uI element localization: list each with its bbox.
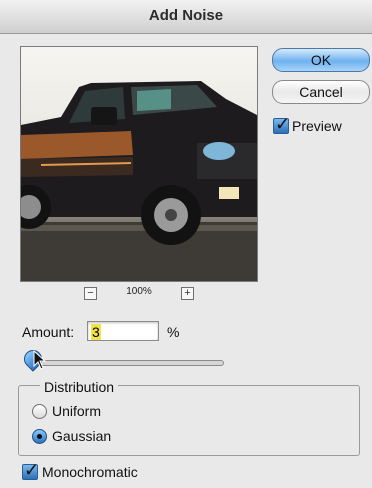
zoom-in-button[interactable]: + (181, 287, 194, 300)
mouse-pointer-icon (33, 350, 47, 370)
uniform-radio[interactable] (32, 404, 47, 419)
distribution-title: Distribution (40, 379, 119, 395)
preview-checkbox[interactable]: ✓ (273, 114, 290, 134)
preview-label: Preview (292, 118, 342, 134)
truck-image (21, 81, 257, 281)
preview-image[interactable] (20, 46, 258, 282)
ok-button[interactable]: OK (272, 48, 370, 72)
zoom-controls: − 100% + (84, 286, 194, 302)
zoom-out-button[interactable]: − (84, 287, 97, 300)
amount-value: 3 (91, 324, 101, 340)
gaussian-label: Gaussian (52, 428, 112, 444)
checkmark-icon: ✓ (24, 460, 40, 480)
dialog-title: Add Noise (0, 0, 372, 34)
monochromatic-label: Monochromatic (42, 464, 138, 480)
zoom-level: 100% (126, 286, 152, 297)
amount-unit: % (167, 324, 180, 340)
distribution-group (18, 385, 360, 456)
uniform-label: Uniform (52, 403, 102, 419)
cancel-button[interactable]: Cancel (272, 80, 370, 104)
amount-label: Amount: (22, 324, 75, 340)
checkmark-icon: ✓ (275, 114, 291, 134)
amount-input[interactable]: 3 (87, 321, 159, 341)
amount-slider-track[interactable] (28, 360, 224, 366)
monochromatic-checkbox[interactable]: ✓ (22, 460, 39, 480)
gaussian-radio[interactable] (32, 429, 47, 444)
add-noise-dialog: Add Noise − 100% + OK Cancel ✓ Preview A… (0, 0, 372, 488)
